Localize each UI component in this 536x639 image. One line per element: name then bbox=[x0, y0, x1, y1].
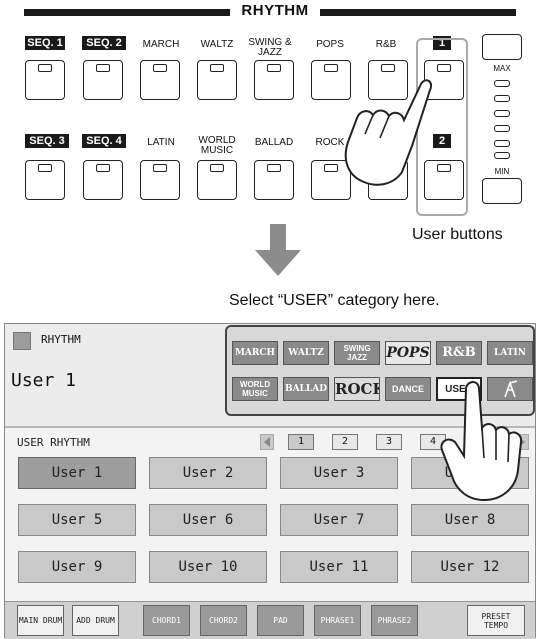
page-3-button[interactable]: 3 bbox=[376, 434, 402, 450]
user-rhythm-5[interactable]: User 5 bbox=[18, 504, 136, 536]
category-waltz[interactable]: WALTZ bbox=[283, 341, 329, 365]
world-music-led bbox=[210, 164, 224, 172]
volume-down-button[interactable] bbox=[482, 178, 522, 204]
swing-jazz-button[interactable] bbox=[254, 60, 294, 100]
hand-pointer-icon bbox=[440, 381, 523, 502]
phrase2-button[interactable]: PHRASE2 bbox=[371, 605, 418, 636]
seq3-led bbox=[38, 164, 52, 172]
user-rhythm-12[interactable]: User 12 bbox=[411, 551, 529, 583]
page-1-button[interactable]: 1 bbox=[288, 434, 314, 450]
user-rhythm-1[interactable]: User 1 bbox=[18, 457, 136, 489]
waltz-led bbox=[210, 64, 224, 72]
down-arrow-icon bbox=[255, 224, 301, 276]
volume-led-1 bbox=[494, 140, 510, 147]
rhythm-icon bbox=[13, 332, 31, 350]
category-march[interactable]: MARCH bbox=[232, 341, 278, 365]
bottom-toolbar: MAIN DRUM ADD DRUM CHORD1 CHORD2 PAD PHR… bbox=[5, 601, 535, 639]
user-rhythm-11[interactable]: User 11 bbox=[280, 551, 398, 583]
chord2-button[interactable]: CHORD2 bbox=[200, 605, 247, 636]
label-waltz: WALTZ bbox=[200, 39, 234, 50]
pops-led bbox=[324, 64, 338, 72]
user-rhythm-9[interactable]: User 9 bbox=[18, 551, 136, 583]
latin-led bbox=[153, 164, 167, 172]
preset-tempo-button[interactable]: PRESET TEMPO bbox=[467, 605, 525, 636]
volume-min-label: MIN bbox=[494, 167, 510, 176]
category-rnb[interactable]: R&B bbox=[436, 341, 482, 365]
volume-led-2 bbox=[494, 125, 510, 132]
march-button[interactable] bbox=[140, 60, 180, 100]
label-ballad: BALLAD bbox=[254, 137, 294, 148]
category-rock[interactable]: ROCK bbox=[334, 377, 380, 401]
label-seq3: SEQ. 3 bbox=[25, 134, 69, 148]
category-world-music[interactable]: WORLD MUSIC bbox=[232, 377, 278, 401]
label-march: MARCH bbox=[142, 39, 180, 50]
chord1-button[interactable]: CHORD1 bbox=[143, 605, 190, 636]
label-seq2: SEQ. 2 bbox=[82, 36, 126, 50]
category-swing-jazz[interactable]: SWING JAZZ bbox=[334, 341, 380, 365]
world-music-button[interactable] bbox=[197, 160, 237, 200]
section-title: USER RHYTHM bbox=[17, 436, 90, 449]
main-drum-button[interactable]: MAIN DRUM bbox=[17, 605, 64, 636]
lcd-header-label: RHYTHM bbox=[41, 333, 81, 346]
category-pops[interactable]: POPS bbox=[385, 341, 431, 365]
category-ballad[interactable]: BALLAD bbox=[283, 377, 329, 401]
label-swing-jazz: SWING & JAZZ bbox=[248, 37, 292, 58]
volume-up-button[interactable] bbox=[482, 34, 522, 60]
phrase1-button[interactable]: PHRASE1 bbox=[314, 605, 361, 636]
category-dance[interactable]: DANCE bbox=[385, 377, 431, 401]
page-2-button[interactable]: 2 bbox=[332, 434, 358, 450]
category-latin[interactable]: LATIN bbox=[487, 341, 533, 365]
hand-pointer-icon bbox=[344, 79, 432, 186]
label-world-music: WORLD MUSIC bbox=[198, 135, 236, 156]
label-latin: LATIN bbox=[147, 137, 175, 148]
panel-title: RHYTHM bbox=[241, 2, 309, 19]
seq1-led bbox=[38, 64, 52, 72]
pad-button[interactable]: PAD bbox=[257, 605, 304, 636]
user-rhythm-3[interactable]: User 3 bbox=[280, 457, 398, 489]
ballad-led bbox=[267, 164, 281, 172]
arrow-left-icon bbox=[264, 437, 270, 447]
user-rhythm-2[interactable]: User 2 bbox=[149, 457, 267, 489]
add-drum-button[interactable]: ADD DRUM bbox=[72, 605, 119, 636]
page-prev-button[interactable] bbox=[260, 434, 274, 450]
volume-led-5 bbox=[494, 80, 510, 87]
swing-jazz-led bbox=[267, 64, 281, 72]
instruction-text: Select “USER” category here. bbox=[229, 292, 440, 309]
label-seq4: SEQ. 4 bbox=[82, 134, 126, 148]
user-buttons-callout: User buttons bbox=[412, 226, 503, 243]
seq4-button[interactable] bbox=[83, 160, 123, 200]
user-rhythm-8[interactable]: User 8 bbox=[411, 504, 529, 536]
waltz-button[interactable] bbox=[197, 60, 237, 100]
label-rnb: R&B bbox=[375, 39, 397, 50]
seq3-button[interactable] bbox=[25, 160, 65, 200]
latin-button[interactable] bbox=[140, 160, 180, 200]
volume-led-4 bbox=[494, 95, 510, 102]
panel-header-bar-right bbox=[320, 9, 516, 16]
rock-led bbox=[324, 164, 338, 172]
user-rhythm-7[interactable]: User 7 bbox=[280, 504, 398, 536]
label-pops: POPS bbox=[316, 39, 344, 50]
user-rhythm-6[interactable]: User 6 bbox=[149, 504, 267, 536]
seq2-button[interactable] bbox=[83, 60, 123, 100]
volume-max-label: MAX bbox=[493, 64, 511, 73]
march-led bbox=[153, 64, 167, 72]
ballad-button[interactable] bbox=[254, 160, 294, 200]
volume-led-0 bbox=[494, 152, 510, 159]
seq1-button[interactable] bbox=[25, 60, 65, 100]
seq2-led bbox=[96, 64, 110, 72]
current-rhythm-name: User 1 bbox=[11, 370, 77, 391]
panel-header-bar-left bbox=[24, 9, 230, 16]
volume-led-3 bbox=[494, 110, 510, 117]
label-seq1: SEQ. 1 bbox=[25, 36, 65, 50]
seq4-led bbox=[96, 164, 110, 172]
user-rhythm-10[interactable]: User 10 bbox=[149, 551, 267, 583]
